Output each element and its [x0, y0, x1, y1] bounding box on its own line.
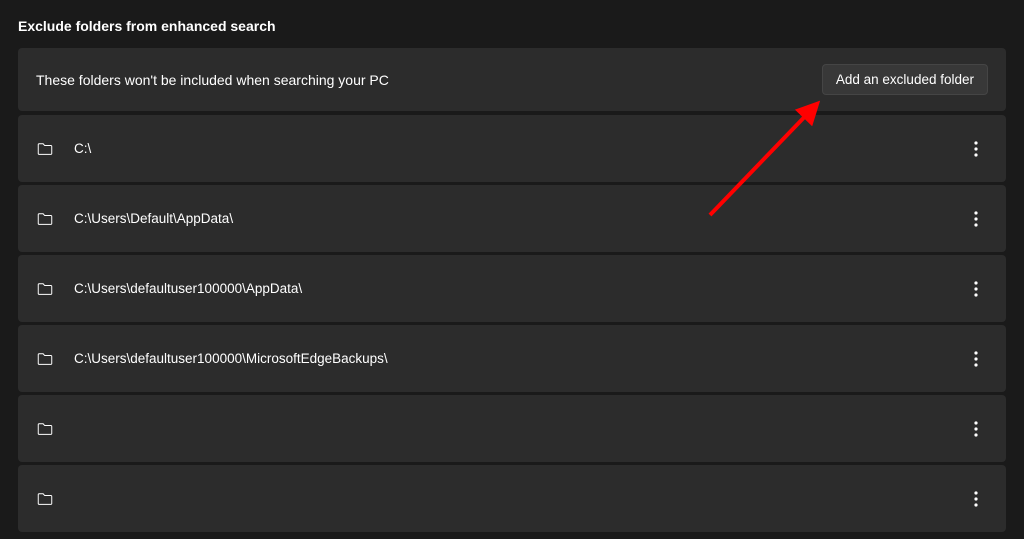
folder-icon	[36, 140, 54, 158]
excluded-folder-row[interactable]	[18, 465, 1006, 532]
folder-row-left: C:\Users\defaultuser100000\MicrosoftEdge…	[36, 350, 388, 368]
folder-row-left	[36, 420, 74, 438]
folder-path-label: C:\Users\defaultuser100000\MicrosoftEdge…	[74, 351, 388, 366]
section-title: Exclude folders from enhanced search	[18, 18, 1006, 34]
folder-path-label: C:\	[74, 141, 91, 156]
folder-row-left: C:\Users\defaultuser100000\AppData\	[36, 280, 302, 298]
header-description: These folders won't be included when sea…	[36, 72, 389, 88]
folder-path-label: C:\Users\Default\AppData\	[74, 211, 233, 226]
excluded-folder-list: C:\ C:\Users\Default\AppData\ C:\Users\def…	[18, 115, 1006, 532]
folder-icon	[36, 490, 54, 508]
folder-icon	[36, 420, 54, 438]
header-row: These folders won't be included when sea…	[18, 48, 1006, 111]
folder-row-left: C:\	[36, 140, 91, 158]
folder-icon	[36, 280, 54, 298]
folder-row-left	[36, 490, 74, 508]
add-excluded-folder-button[interactable]: Add an excluded folder	[822, 64, 988, 95]
folder-icon	[36, 350, 54, 368]
excluded-folder-row[interactable]: C:\	[18, 115, 1006, 182]
more-options-button[interactable]	[970, 413, 982, 445]
excluded-folder-row[interactable]: C:\Users\defaultuser100000\AppData\	[18, 255, 1006, 322]
more-options-button[interactable]	[970, 343, 982, 375]
excluded-folder-row[interactable]: C:\Users\Default\AppData\	[18, 185, 1006, 252]
folder-icon	[36, 210, 54, 228]
more-options-button[interactable]	[970, 483, 982, 515]
excluded-folder-row[interactable]: C:\Users\defaultuser100000\MicrosoftEdge…	[18, 325, 1006, 392]
excluded-folder-row[interactable]	[18, 395, 1006, 462]
folder-row-left: C:\Users\Default\AppData\	[36, 210, 233, 228]
more-options-button[interactable]	[970, 133, 982, 165]
more-options-button[interactable]	[970, 203, 982, 235]
more-options-button[interactable]	[970, 273, 982, 305]
folder-path-label: C:\Users\defaultuser100000\AppData\	[74, 281, 302, 296]
